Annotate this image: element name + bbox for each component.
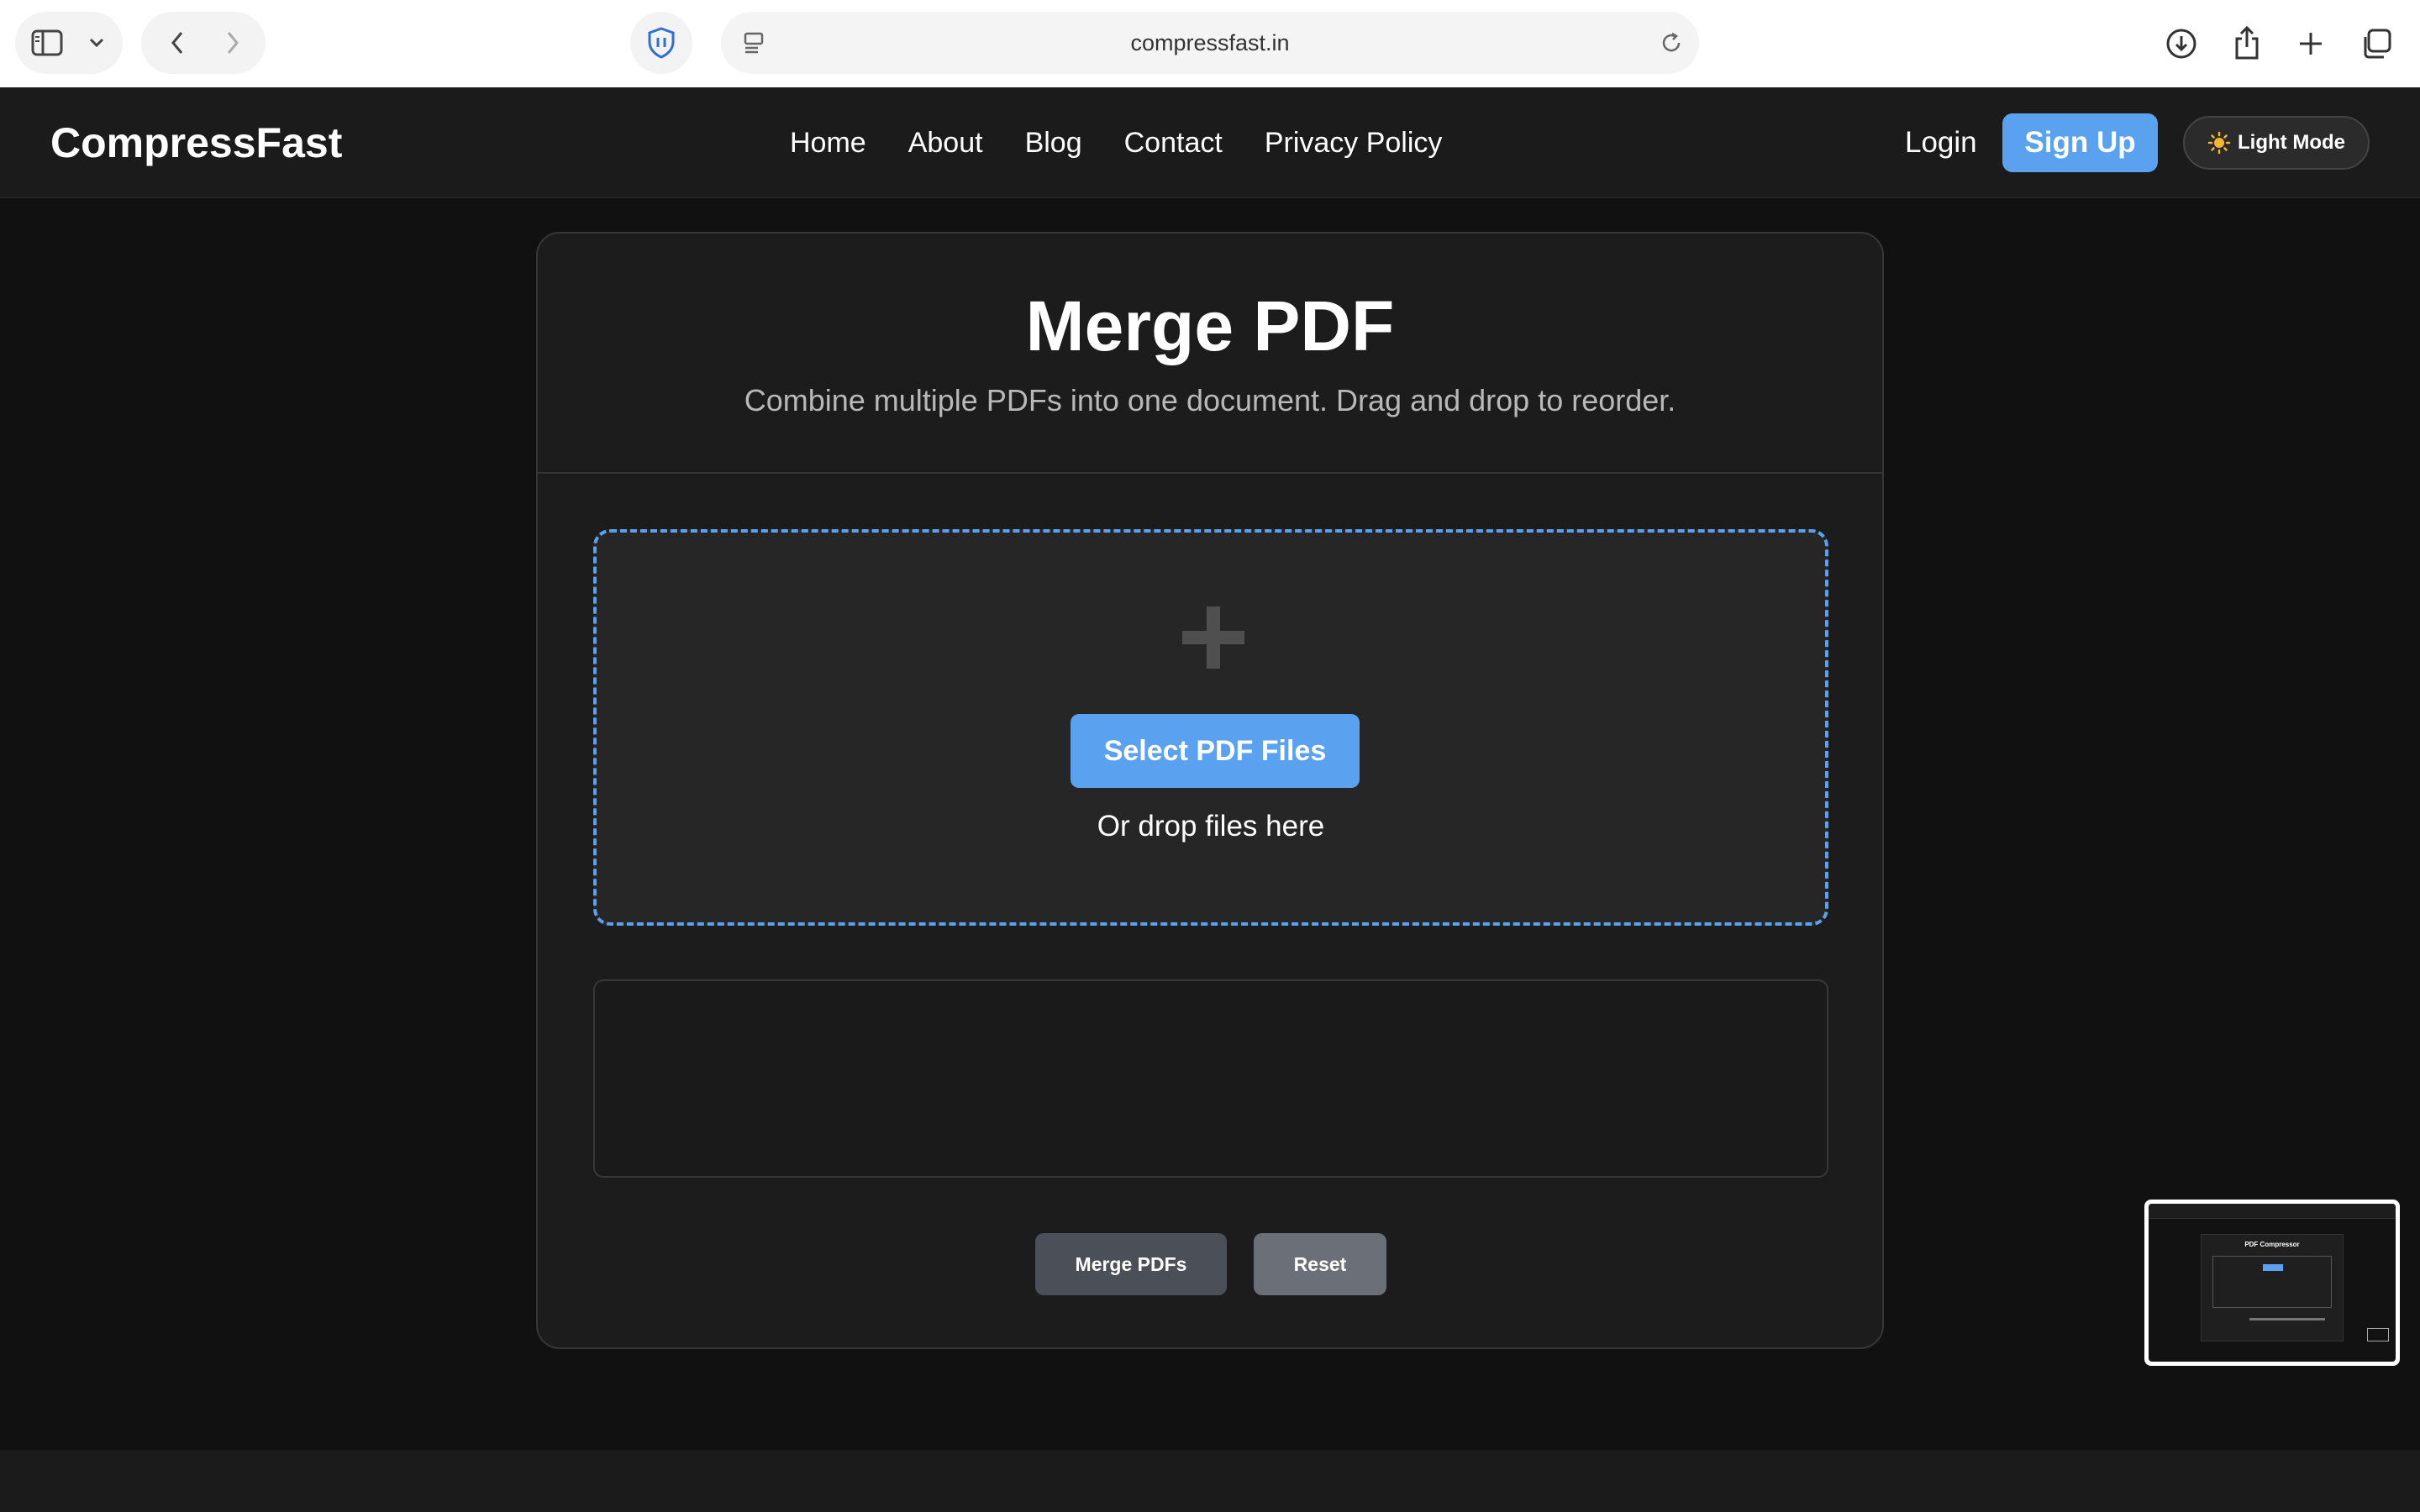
- page-subtitle: Combine multiple PDFs into one document.…: [744, 383, 1676, 417]
- nav-link-blog[interactable]: Blog: [1025, 127, 1082, 160]
- forward-icon[interactable]: [218, 27, 247, 59]
- reload-icon[interactable]: [1657, 29, 1686, 57]
- thumbnail-title: PDF Compressor: [2244, 1241, 2300, 1248]
- nav-link-privacy-policy[interactable]: Privacy Policy: [1265, 127, 1443, 160]
- card-header: Merge PDF Combine multiple PDFs into one…: [538, 234, 1882, 474]
- sun-icon: [2207, 131, 2231, 155]
- tab-overview-icon[interactable]: [2358, 25, 2395, 62]
- privacy-shield[interactable]: [630, 12, 692, 74]
- new-tab-icon[interactable]: [2292, 25, 2329, 62]
- downloads-icon[interactable]: [2163, 25, 2200, 62]
- file-list[interactable]: [593, 979, 1828, 1178]
- share-icon[interactable]: [2228, 24, 2265, 62]
- reset-button[interactable]: Reset: [1254, 1233, 1386, 1295]
- sidebar-icon[interactable]: [30, 27, 64, 59]
- plus-icon: [1182, 606, 1244, 669]
- history-buttons: [141, 12, 266, 74]
- theme-toggle-button[interactable]: Light Mode: [2183, 116, 2370, 170]
- sidebar-toggle-group: [15, 12, 123, 74]
- login-link[interactable]: Login: [1905, 87, 1977, 198]
- theme-toggle-label: Light Mode: [2238, 131, 2345, 154]
- screenshot-thumbnail[interactable]: PDF Compressor: [2144, 1200, 2400, 1366]
- thumbnail-content: PDF Compressor: [2149, 1204, 2396, 1362]
- page-title: Merge PDF: [1025, 286, 1395, 365]
- merge-pdf-card: Merge PDF Combine multiple PDFs into one…: [536, 232, 1884, 1349]
- browser-toolbar: compressfast.in: [0, 0, 2420, 87]
- chevron-down-icon[interactable]: [82, 27, 111, 59]
- brand-logo[interactable]: CompressFast: [50, 87, 342, 198]
- url-text: compressfast.in: [1130, 30, 1290, 55]
- shield-icon: [644, 25, 678, 60]
- nav-link-contact[interactable]: Contact: [1124, 127, 1223, 160]
- file-dropzone[interactable]: Select PDF Files Or drop files here: [593, 529, 1828, 926]
- back-icon[interactable]: [163, 27, 192, 59]
- main-nav: Home About Blog Contact Privacy Policy: [790, 87, 1442, 198]
- drop-hint: Or drop files here: [1097, 810, 1325, 843]
- select-pdf-files-button[interactable]: Select PDF Files: [1071, 714, 1360, 788]
- page-footer: [0, 1450, 2420, 1512]
- merge-pdfs-button[interactable]: Merge PDFs: [1035, 1233, 1227, 1295]
- address-bar[interactable]: compressfast.in: [721, 12, 1699, 74]
- nav-link-home[interactable]: Home: [790, 127, 866, 160]
- nav-link-about[interactable]: About: [908, 127, 983, 160]
- site-header: CompressFast Home About Blog Contact Pri…: [0, 87, 2420, 198]
- signup-button[interactable]: Sign Up: [2002, 113, 2158, 172]
